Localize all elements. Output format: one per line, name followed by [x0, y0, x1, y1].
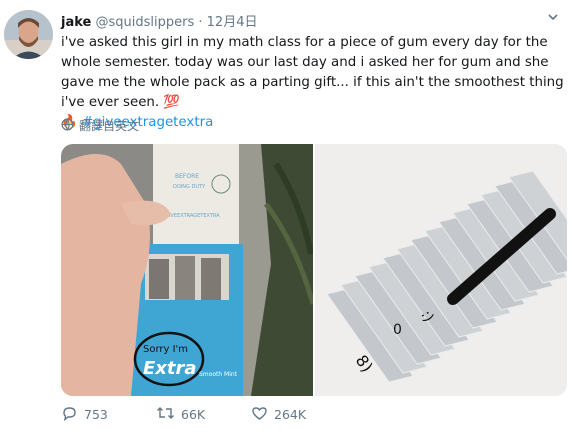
mark-two: 0: [393, 322, 402, 338]
written-text: Sorry I'm: [143, 344, 188, 355]
separator-dot: ·: [198, 15, 203, 30]
photo-gum-sticks[interactable]: 8) 0 :): [315, 144, 567, 396]
reply-button[interactable]: 753: [61, 405, 156, 424]
tweet-actions: 753 66K 264K: [61, 405, 346, 424]
like-button[interactable]: 264K: [251, 405, 346, 424]
tweet-body: i've asked this girl in my math class fo…: [61, 35, 564, 110]
retweet-button[interactable]: 66K: [156, 405, 251, 424]
photo-gum-pack[interactable]: BEFORE DOING DUTY #GIVEEXTRAGETEXTRA Sor…: [61, 144, 313, 396]
globe-icon: [61, 118, 74, 134]
retweet-count: 66K: [181, 407, 206, 422]
translate-label: 翻譯自英文: [79, 119, 140, 133]
like-count: 264K: [274, 407, 307, 422]
translate-link[interactable]: 翻譯自英文: [61, 117, 139, 134]
user-handle[interactable]: @squidslippers: [95, 15, 194, 30]
tweet-timestamp[interactable]: 12月4日: [207, 15, 258, 30]
tweet-card: jake @squidslippers · 12月4日 i've asked t…: [0, 0, 571, 433]
chevron-down-icon[interactable]: [547, 11, 559, 27]
retweet-icon: [156, 405, 175, 424]
reply-icon: [61, 405, 78, 424]
media-grid: BEFORE DOING DUTY #GIVEEXTRAGETEXTRA Sor…: [61, 144, 567, 396]
flavor-text: Smooth Mint: [199, 371, 238, 378]
avatar[interactable]: [4, 10, 53, 59]
heart-icon: [251, 405, 268, 424]
reply-count: 753: [84, 407, 108, 422]
svg-text:DOING DUTY: DOING DUTY: [173, 184, 206, 190]
brand-text: Extra: [143, 358, 197, 379]
svg-text:BEFORE: BEFORE: [175, 173, 199, 180]
user-name[interactable]: jake: [61, 15, 91, 30]
tweet-header: jake @squidslippers · 12月4日: [61, 11, 257, 30]
